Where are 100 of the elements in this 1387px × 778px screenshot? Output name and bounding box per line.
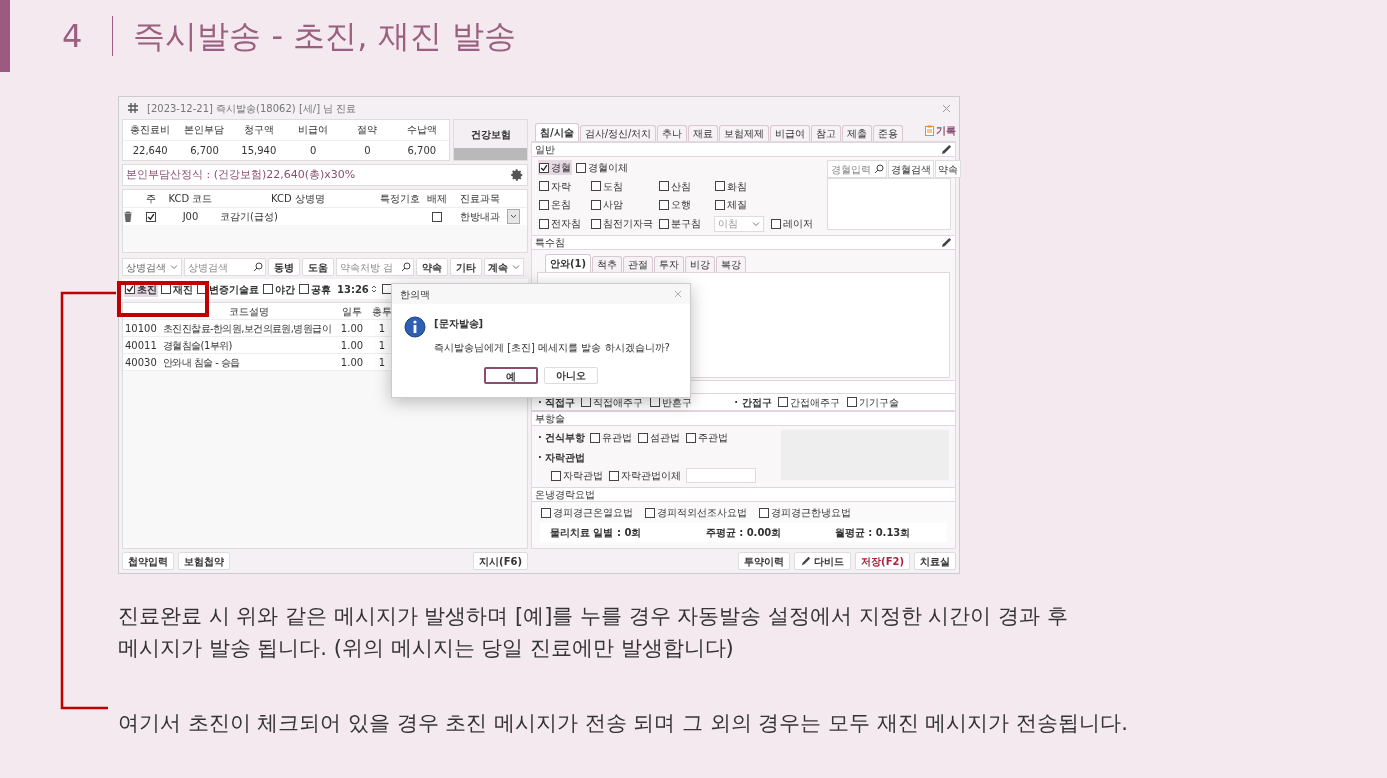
search-icon[interactable] — [874, 164, 884, 174]
tab[interactable]: 안와(1) — [545, 254, 592, 272]
action-button[interactable]: 치료실 — [914, 552, 956, 570]
checkbox[interactable] — [591, 181, 601, 192]
tab[interactable]: 준용 — [873, 125, 904, 141]
tab[interactable]: 관절 — [623, 256, 654, 272]
checkbox[interactable] — [771, 218, 781, 229]
prescription-search-field[interactable]: 약속처방 검 — [336, 258, 414, 276]
section-title: 특수침 — [535, 236, 565, 250]
action-button[interactable]: 약속 — [935, 160, 961, 178]
action-button[interactable]: 투약이력 — [738, 552, 791, 570]
checkbox-label: 전자침 — [551, 217, 581, 232]
tab[interactable]: 침/시술 — [535, 123, 579, 141]
action-button[interactable]: 첩약입력 — [122, 552, 174, 570]
continue-dropdown[interactable]: 계속 — [484, 258, 524, 276]
checkbox[interactable] — [197, 284, 207, 294]
checkbox-label: 초진 — [137, 282, 157, 297]
checkbox[interactable] — [777, 397, 788, 407]
checkbox[interactable] — [645, 507, 655, 518]
tab[interactable]: 투자 — [654, 256, 685, 272]
checkbox[interactable] — [715, 199, 725, 210]
checkbox[interactable] — [686, 432, 697, 443]
tab[interactable]: 보험제제 — [719, 125, 770, 141]
chevron-down-icon — [752, 220, 760, 227]
table-cell-text: 40011 — [124, 338, 158, 353]
stat-text: 주평균 : 0.00회 — [704, 526, 783, 540]
window-title: [2023-12-21] 즉시발송(18062) [세/] 님 진료 — [147, 101, 357, 116]
checkbox[interactable] — [659, 199, 669, 210]
checkbox[interactable] — [591, 218, 601, 229]
checkbox[interactable] — [581, 397, 592, 407]
checkbox[interactable] — [659, 218, 669, 229]
tab[interactable]: 검사/정신/처치 — [579, 125, 657, 141]
select-field[interactable] — [686, 468, 756, 483]
action-button[interactable]: 경혈검색 — [888, 160, 934, 178]
column-header: 절약 — [340, 120, 395, 141]
checkbox[interactable] — [539, 199, 549, 210]
checkbox[interactable] — [590, 432, 601, 443]
acupoint-field[interactable]: 경혈입력 — [827, 160, 887, 178]
tab[interactable]: 참고 — [811, 125, 842, 141]
pencil-icon[interactable] — [941, 144, 952, 155]
action-button[interactable]: 도움 — [302, 258, 334, 276]
checkbox[interactable] — [539, 218, 549, 229]
action-button[interactable]: 다비드 — [794, 552, 852, 570]
action-button[interactable]: 약속 — [416, 258, 448, 276]
checkbox[interactable] — [432, 211, 442, 222]
checkbox[interactable] — [539, 181, 549, 192]
dialog-button[interactable]: 예 — [484, 367, 538, 384]
tab[interactable]: 비강 — [685, 256, 716, 272]
column-header: 배제 — [426, 192, 448, 206]
checkbox[interactable] — [609, 470, 619, 481]
gear-icon[interactable] — [510, 168, 524, 182]
checkbox[interactable] — [551, 470, 561, 481]
time-value[interactable]: 13:26 — [337, 281, 369, 297]
action-button[interactable]: 저장(F2) — [855, 552, 910, 570]
action-button[interactable]: 동병 — [268, 258, 300, 276]
spinner-icon[interactable] — [370, 284, 377, 294]
checkbox[interactable] — [715, 181, 725, 192]
table-cell-text: J00 — [181, 210, 200, 224]
checkbox[interactable] — [161, 284, 171, 294]
dialog-button[interactable]: 아니오 — [544, 367, 598, 384]
tab[interactable]: 복강 — [716, 256, 747, 272]
tab[interactable]: 척추 — [592, 256, 623, 272]
checkbox[interactable] — [659, 181, 669, 192]
group-label: · 간접구 — [734, 395, 772, 410]
pencil-icon[interactable] — [941, 237, 952, 248]
trash-icon[interactable] — [123, 211, 133, 222]
checkbox[interactable] — [638, 432, 649, 443]
checkbox[interactable] — [541, 507, 551, 518]
checkbox[interactable] — [263, 284, 273, 294]
description-paragraph: 진료완료 시 위와 같은 메시지가 발생하며 [예]를 누를 경우 자동발송 설정에서 지정한 시간이 경과 후 메시지가 발송 됩니다. (위의 메시지는 당일 진료에만 발생합니다) — [118, 603, 1069, 662]
checkbox[interactable] — [146, 211, 156, 222]
checkbox[interactable] — [381, 284, 392, 294]
table-cell-text: 15,940 — [240, 143, 278, 158]
section-title: 온냉경락요법 — [535, 488, 595, 502]
checkbox-label: 재진 — [173, 282, 193, 297]
tab[interactable]: 추나 — [657, 125, 688, 141]
checkbox[interactable] — [591, 199, 601, 210]
checkbox[interactable] — [539, 162, 549, 173]
checkbox[interactable] — [576, 162, 586, 173]
checkbox[interactable] — [650, 397, 661, 407]
action-button[interactable]: 지시(F6) — [473, 552, 528, 570]
checkbox[interactable] — [299, 284, 309, 294]
checkbox[interactable] — [846, 397, 857, 407]
tab[interactable]: 제출 — [842, 125, 873, 141]
action-button[interactable]: 기타 — [450, 258, 482, 276]
table-cell-text: 0 — [308, 143, 318, 158]
checkbox[interactable] — [759, 507, 769, 518]
action-button[interactable]: 보험첩약 — [178, 552, 230, 570]
tab[interactable]: 재료 — [688, 125, 719, 141]
search-type-dropdown[interactable]: 상병검색 — [122, 258, 182, 276]
search-field[interactable]: 상병검색 — [184, 258, 266, 276]
dropdown-icon[interactable] — [507, 209, 520, 224]
record-button[interactable]: 기록 — [925, 123, 956, 138]
search-icon[interactable] — [401, 262, 411, 272]
callout-text: 여기서 초진이 체크되어 있을 경우 초진 메시지가 전송 되며 그 외의 경우는 모두 재진 메시지가 전송됩니다. — [118, 710, 1129, 737]
pencil-icon — [801, 556, 812, 566]
insurance-label: 건강보험 — [469, 127, 512, 142]
search-icon[interactable] — [253, 262, 263, 272]
tab[interactable]: 비급여 — [770, 125, 811, 141]
checkbox[interactable] — [125, 284, 135, 294]
